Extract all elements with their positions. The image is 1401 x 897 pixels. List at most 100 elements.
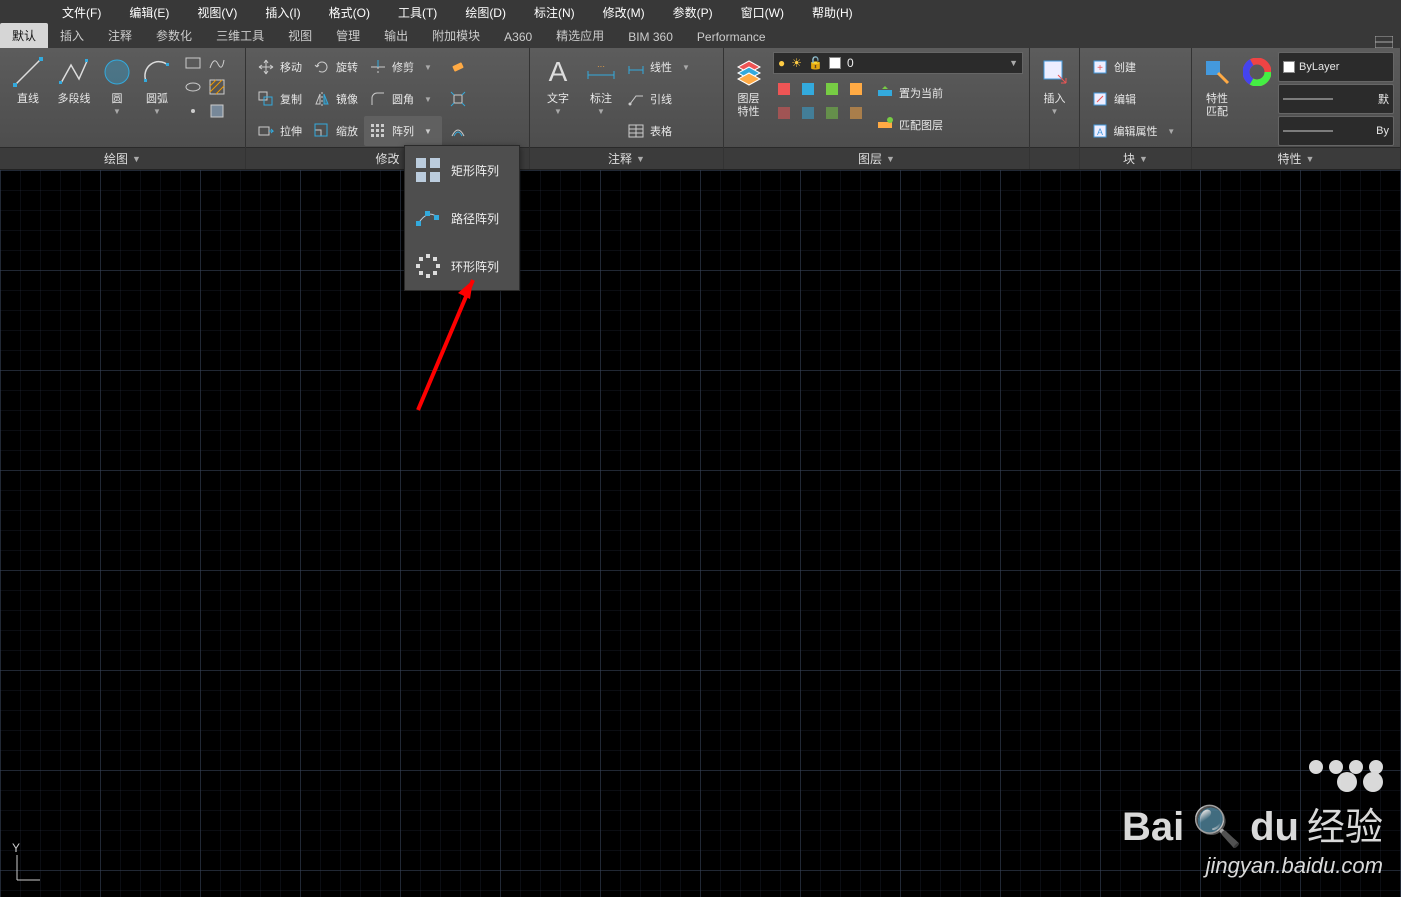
tab-3dtools[interactable]: 三维工具 (204, 23, 276, 48)
leader-tool[interactable]: 引线 (622, 84, 700, 114)
tab-expression[interactable] (1367, 36, 1401, 48)
trim-tool[interactable]: 修剪▼ (364, 52, 442, 82)
match-layer-tool[interactable]: 匹配图层 (871, 110, 947, 140)
layer-unlock-tool[interactable] (821, 102, 843, 124)
edit-block-tool[interactable]: 编辑 (1086, 84, 1185, 114)
svg-text:A: A (549, 56, 568, 87)
edit-attr-tool[interactable]: A编辑属性▼ (1086, 116, 1185, 146)
circle-tool[interactable]: 圆 ▼ (98, 52, 136, 118)
panel-annotate-title[interactable]: 注释▼ (530, 147, 723, 169)
tab-manage[interactable]: 管理 (324, 23, 372, 48)
polar-array-option[interactable]: 环形阵列 (405, 242, 519, 290)
line-tool[interactable]: 直线 (6, 52, 50, 108)
text-tool[interactable]: A 文字▼ (536, 52, 580, 118)
point-tool[interactable] (182, 100, 204, 122)
menu-help[interactable]: 帮助(H) (798, 0, 867, 24)
polyline-tool[interactable]: 多段线 (52, 52, 96, 108)
create-block-icon: + (1090, 57, 1110, 77)
table-tool[interactable]: 表格 (622, 116, 700, 146)
layer-thaw-tool[interactable] (797, 102, 819, 124)
sun-icon: ☀ (791, 56, 802, 70)
array-icon (368, 121, 388, 141)
tab-bim360[interactable]: BIM 360 (616, 26, 685, 48)
tab-featured[interactable]: 精选应用 (544, 23, 616, 48)
menu-window[interactable]: 窗口(W) (727, 0, 798, 24)
panel-block-title[interactable]: 块▼ (1080, 147, 1191, 169)
fillet-tool[interactable]: 圆角▼ (364, 84, 442, 114)
tab-performance[interactable]: Performance (685, 26, 778, 48)
tab-parametric[interactable]: 参数化 (144, 23, 204, 48)
mirror-tool[interactable]: 镜像 (308, 84, 362, 114)
lineweight-select[interactable]: 默 (1278, 84, 1394, 114)
bylayer-color[interactable]: ByLayer (1278, 52, 1394, 82)
path-array-option[interactable]: 路径阵列 (405, 194, 519, 242)
layer-lock-tool[interactable] (821, 78, 843, 100)
scale-tool[interactable]: 缩放 (308, 116, 362, 146)
tab-output[interactable]: 输出 (372, 23, 420, 48)
array-tool[interactable]: 阵列▼ (364, 116, 442, 146)
lineweight-icon (1283, 95, 1333, 103)
hatch-tool[interactable] (206, 76, 228, 98)
tab-default[interactable]: 默认 (0, 23, 48, 48)
copy-tool[interactable]: 复制 (252, 84, 306, 114)
panel-properties-title[interactable]: 特性▼ (1192, 147, 1400, 169)
tab-view[interactable]: 视图 (276, 23, 324, 48)
tab-insert[interactable]: 插入 (48, 23, 96, 48)
arc-tool[interactable]: 圆弧 ▼ (138, 52, 176, 118)
layer-on-tool[interactable] (845, 102, 867, 124)
menu-view[interactable]: 视图(V) (183, 0, 251, 24)
region-tool[interactable] (206, 100, 228, 122)
menu-insert[interactable]: 插入(I) (251, 0, 314, 24)
array-dropdown: 矩形阵列 路径阵列 环形阵列 (404, 145, 520, 291)
panel-draw-title[interactable]: 绘图▼ (0, 147, 245, 169)
menu-tools[interactable]: 工具(T) (384, 0, 451, 24)
linear-dim-tool[interactable]: 线性▼ (622, 52, 700, 82)
menu-edit[interactable]: 编辑(E) (115, 0, 183, 24)
ellipse-tool[interactable] (182, 76, 204, 98)
tab-annotate[interactable]: 注释 (96, 23, 144, 48)
menu-file[interactable]: 文件(F) (48, 0, 115, 24)
color-tool[interactable] (1238, 52, 1276, 92)
layer-properties-tool[interactable]: 图层 特性 (730, 52, 767, 121)
move-tool[interactable]: 移动 (252, 52, 306, 82)
layer-selector[interactable]: ● ☀ 🔓 0 ▼ (773, 52, 1023, 74)
circle-label: 圆 (112, 93, 123, 106)
match-layer-icon (875, 115, 895, 135)
rect-array-icon (413, 155, 443, 185)
menu-draw[interactable]: 绘图(D) (451, 0, 520, 24)
stretch-icon (256, 121, 276, 141)
create-block-tool[interactable]: +创建 (1086, 52, 1185, 82)
panel-layers-title[interactable]: 图层▼ (724, 147, 1029, 169)
stretch-tool[interactable]: 拉伸 (252, 116, 306, 146)
color-swatch (1283, 61, 1295, 73)
layer-off-tool[interactable] (845, 78, 867, 100)
dim-tool[interactable]: ··· 标注▼ (582, 52, 620, 118)
layer-freeze-tool[interactable] (797, 78, 819, 100)
layer-iso-tool[interactable] (773, 78, 795, 100)
panel-layers: 图层 特性 ● ☀ 🔓 0 ▼ (724, 48, 1030, 169)
explode-tool[interactable] (444, 84, 472, 114)
arc-label: 圆弧 (146, 93, 168, 106)
svg-text:A: A (1097, 127, 1103, 137)
edit-block-icon (1090, 89, 1110, 109)
tab-a360[interactable]: A360 (492, 26, 544, 48)
erase-tool[interactable] (444, 52, 472, 82)
rotate-tool[interactable]: 旋转 (308, 52, 362, 82)
menu-modify[interactable]: 修改(M) (589, 0, 659, 24)
circle-icon (99, 54, 135, 90)
insert-block-tool[interactable]: 插入▼ (1036, 52, 1073, 118)
linetype-select[interactable]: By (1278, 116, 1394, 146)
layer-uniso-tool[interactable] (773, 102, 795, 124)
tab-addins[interactable]: 附加模块 (420, 23, 492, 48)
drawing-content (0, 170, 300, 320)
spline-tool[interactable] (206, 52, 228, 74)
make-current-tool[interactable]: 置为当前 (871, 78, 947, 108)
rectangular-array-option[interactable]: 矩形阵列 (405, 146, 519, 194)
menu-param[interactable]: 参数(P) (659, 0, 727, 24)
offset-tool[interactable] (444, 116, 472, 146)
ucs-y-axis: Y (12, 841, 42, 885)
menu-dim[interactable]: 标注(N) (520, 0, 589, 24)
menu-format[interactable]: 格式(O) (315, 0, 384, 24)
rectangle-tool[interactable] (182, 52, 204, 74)
match-properties-tool[interactable]: 特性 匹配 (1198, 52, 1236, 121)
